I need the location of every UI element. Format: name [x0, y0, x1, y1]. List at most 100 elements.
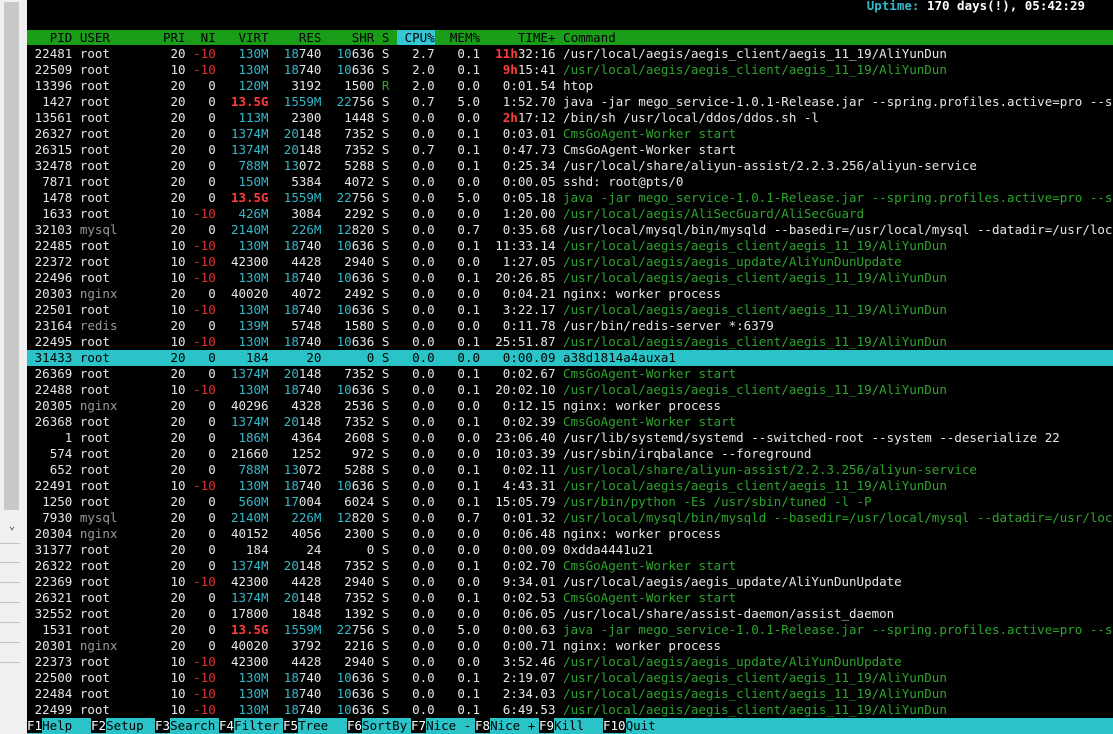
- table-row[interactable]: 22500 root 10 -10 130M 18740 10636 S 0.0 0.1 2:19.…: [27, 670, 1113, 686]
- fkey-nice-button[interactable]: F8Nice +: [475, 718, 535, 734]
- column-header-user[interactable]: USER: [80, 30, 125, 45]
- pid-cell: 13561: [34, 110, 73, 125]
- virt-cell: 17800: [230, 606, 269, 621]
- table-row[interactable]: 1 root 20 0 186M 4364 2608 S 0.0 0.0 23:06.40/usr/…: [27, 430, 1113, 446]
- table-row[interactable]: 26322 root 20 0 1374M 20148 7352 S 0.0 0.1 0:02.70…: [27, 558, 1113, 574]
- mem-cell: 0.0: [457, 254, 480, 269]
- table-row[interactable]: 32478 root 20 0 788M 13072 5288 S 0.0 0.1 0:25.34 /…: [27, 158, 1113, 174]
- column-header-cpu[interactable]: CPU%: [396, 30, 435, 45]
- table-row[interactable]: 7871 root 20 0 150M 5384 4072 S 0.0 0.0 0:00.05 ssh…: [27, 174, 1113, 190]
- column-header-res[interactable]: RES: [276, 30, 322, 45]
- table-row[interactable]: 32552 root 20 0 17800 1848 1392 S 0.0 0.0 0:06.05 /…: [27, 606, 1113, 622]
- fkey-sortby-button[interactable]: F6SortBy: [347, 718, 407, 734]
- table-row[interactable]: 652 root 20 0 788M 13072 5288 S 0.0 0.1 0:02.11/us…: [27, 462, 1113, 478]
- table-row[interactable]: 22373 root 10 -10 42300 4428 2940 S 0.0 0.0 3:52.4…: [27, 654, 1113, 670]
- column-header-pid[interactable]: PID: [27, 30, 73, 45]
- cpu-cell: 0.0: [412, 286, 435, 301]
- table-row[interactable]: 22488 root 10 -10 130M 18740 10636 S 0.0 0.1 20:02…: [27, 382, 1113, 398]
- fkey-help-button[interactable]: F1Help: [27, 718, 72, 734]
- table-row[interactable]: 22509 root 10 -10 130M 18740 10636 S 2.0 0.1 9h15:…: [27, 62, 1113, 78]
- fkey-nice-button[interactable]: F7Nice -: [411, 718, 471, 734]
- table-row[interactable]: 26315 root 20 0 1374M 20148 7352 S 0.7 0.1 0:47.73…: [27, 142, 1113, 158]
- table-row[interactable]: 1478 root 20 0 13.5G 1559M 22756 S 0.0 5.0 0:05.18…: [27, 190, 1113, 206]
- table-row[interactable]: 20305 nginx 20 0 40296 4328 2536 S 0.0 0.0 0:12.15…: [27, 398, 1113, 414]
- cpu-cell: 0.0: [412, 414, 435, 429]
- table-row[interactable]: 22481 root 20 -10 130M 18740 10636 S 2.7 0.1 11h32…: [27, 46, 1113, 62]
- table-row[interactable]: 22372 root 10 -10 42300 4428 2940 S 0.0 0.0 1:27.0…: [27, 254, 1113, 270]
- process-table-header[interactable]: PID USER PRI NI VIRT RES SHR S CPU% MEM% TIME+ Comm…: [27, 30, 1113, 45]
- mem-cell: 0.1: [457, 270, 480, 285]
- table-row[interactable]: 1427 root 20 0 13.5G 1559M 22756 S 0.7 5.0 1:52.70…: [27, 94, 1113, 110]
- res-cell: 1559M: [283, 190, 322, 205]
- table-row[interactable]: 26327 root 20 0 1374M 20148 7352 S 0.0 0.1 0:03.01…: [27, 126, 1113, 142]
- res-thousands: 18: [283, 478, 299, 493]
- table-row[interactable]: 22484 root 10 -10 130M 18740 10636 S 0.0 0.1 2:34.…: [27, 686, 1113, 702]
- pid-cell: 22485: [34, 238, 73, 253]
- column-header-virt[interactable]: VIRT: [223, 30, 268, 45]
- table-row[interactable]: 22496 root 10 -10 130M 18740 10636 S 0.0 0.1 20:26…: [27, 270, 1113, 286]
- user-cell: root: [79, 334, 110, 349]
- table-row[interactable]: 20303 nginx 20 0 40020 4072 2492 S 0.0 0.0 0:04.21…: [27, 286, 1113, 302]
- virt-cell: 130M: [238, 334, 269, 349]
- table-row[interactable]: 26321 root 20 0 1374M 20148 7352 S 0.0 0.1 0:02.53…: [27, 590, 1113, 606]
- table-row[interactable]: 26369 root 20 0 1374M 20148 7352 S 0.0 0.1 0:02.67…: [27, 366, 1113, 382]
- command-cell: /usr/local/share/aliyun-assist/2.2.3.256…: [563, 462, 977, 477]
- cpu-cell: 0.0: [412, 382, 435, 397]
- fkey-tree-button[interactable]: F5Tree: [283, 718, 328, 734]
- fkey-quit-button[interactable]: F10Quit: [603, 718, 656, 734]
- column-header-cmd[interactable]: Command: [563, 30, 1113, 45]
- user-cell: nginx: [79, 638, 118, 653]
- table-row[interactable]: 23164 redis 20 0 139M 5748 1580 S 0.0 0.0 0:11.78 /…: [27, 318, 1113, 334]
- column-header-time[interactable]: TIME+: [488, 30, 556, 45]
- fkey-kill-button[interactable]: F9Kill: [539, 718, 584, 734]
- res-cell: 3084: [291, 206, 322, 221]
- column-header-mem[interactable]: MEM%: [442, 30, 480, 45]
- table-row[interactable]: 26368 root 20 0 1374M 20148 7352 S 0.0 0.1 0:02.39…: [27, 414, 1113, 430]
- state-cell: S: [381, 382, 390, 397]
- column-header-ni[interactable]: NI: [193, 30, 216, 45]
- table-row[interactable]: 13561 root 20 0 113M 2300 1448 S 0.0 0.0 2h17:12/b…: [27, 110, 1113, 126]
- res-thousands: 18: [283, 238, 299, 253]
- res-cell: 18740: [276, 702, 322, 718]
- fkey-setup-button[interactable]: F2Setup: [91, 718, 144, 734]
- shr-cell: 12820: [329, 222, 375, 238]
- table-row[interactable]: 7930 mysql 20 0 2140M 226M 12820 S 0.0 0.7 0:01.32…: [27, 510, 1113, 526]
- table-row[interactable]: 22485 root 10 -10 130M 18740 10636 S 0.0 0.1 11:33…: [27, 238, 1113, 254]
- user-cell: nginx: [79, 286, 118, 301]
- table-row[interactable]: 1633 root 10 -10 426M 3084 2292 S 0.0 0.0 1:20.00 /…: [27, 206, 1113, 222]
- priority-cell: 20: [170, 174, 186, 189]
- table-row[interactable]: 32103 mysql 20 0 2140M 226M 12820 S 0.0 0.7 0:35.6…: [27, 222, 1113, 238]
- fkey-search-button[interactable]: F3Search: [155, 718, 215, 734]
- column-header-s[interactable]: S: [382, 30, 390, 45]
- mem-cell: 0.1: [457, 382, 480, 397]
- table-row[interactable]: 22491 root 10 -10 130M 18740 10636 S 0.0 0.1 4:43.…: [27, 478, 1113, 494]
- scrollbar[interactable]: ⌄: [0, 0, 28, 734]
- table-row[interactable]: 1531 root 20 0 13.5G 1559M 22756 S 0.0 5.0 0:00.63…: [27, 622, 1113, 638]
- htop-terminal: Uptime: 170 days(!), 05:42:29 PID USER PRI…: [27, 0, 1113, 734]
- priority-cell: 20: [170, 222, 186, 237]
- table-row[interactable]: 13396 root 20 0 120M 3192 1500 R 2.0 0.0 0:01.54 ht…: [27, 78, 1113, 94]
- table-row[interactable]: 31377 root 20 0 184 24 0 S 0.0 0.0 0:00.09 0xdda444…: [27, 542, 1113, 558]
- scrollbar-thumb[interactable]: [4, 2, 19, 510]
- table-row-selected[interactable]: 31433 root 20 0 184 20 0 S 0.0 0.0 0:00.09 a38d1814…: [27, 350, 1113, 366]
- table-row[interactable]: 1250 root 20 0 560M 17004 6024 S 0.0 0.1 15:05.79 /…: [27, 494, 1113, 510]
- mem-cell: 0.1: [457, 702, 480, 717]
- table-row[interactable]: 22501 root 10 -10 130M 18740 10636 S 0.0 0.1 3:22.…: [27, 302, 1113, 318]
- pid-cell: 652: [49, 462, 73, 477]
- table-row[interactable]: 22495 root 10 -10 130M 18740 10636 S 0.0 0.1 25:51…: [27, 334, 1113, 350]
- table-row[interactable]: 22499 root 10 -10 130M 18740 10636 S 0.0 0.1 6:49.…: [27, 702, 1113, 718]
- column-header-pri[interactable]: PRI: [163, 30, 186, 45]
- shr-cell: 12820: [329, 510, 375, 526]
- nice-cell: -10: [193, 670, 216, 685]
- table-row[interactable]: 22369 root 10 -10 42300 4428 2940 S 0.0 0.0 9:34.0…: [27, 574, 1113, 590]
- column-header-shr[interactable]: SHR: [329, 30, 375, 45]
- fkey-filter-button[interactable]: F4Filter: [219, 718, 279, 734]
- nice-cell: 0: [208, 318, 216, 333]
- chevron-down-icon[interactable]: ⌄: [4, 518, 20, 534]
- state-cell: R: [381, 78, 390, 93]
- table-row[interactable]: 20304 nginx 20 0 40152 4056 2300 S 0.0 0.0 0:06.48…: [27, 526, 1113, 542]
- time-cell: 0:00.63: [502, 622, 556, 637]
- table-row[interactable]: 574 root 20 0 21660 1252 972 S 0.0 0.0 10:03.39/us…: [27, 446, 1113, 462]
- shr-cell: 7352: [344, 366, 375, 381]
- table-row[interactable]: 20301 nginx 20 0 40020 3792 2216 S 0.0 0.0 0:00.71…: [27, 638, 1113, 654]
